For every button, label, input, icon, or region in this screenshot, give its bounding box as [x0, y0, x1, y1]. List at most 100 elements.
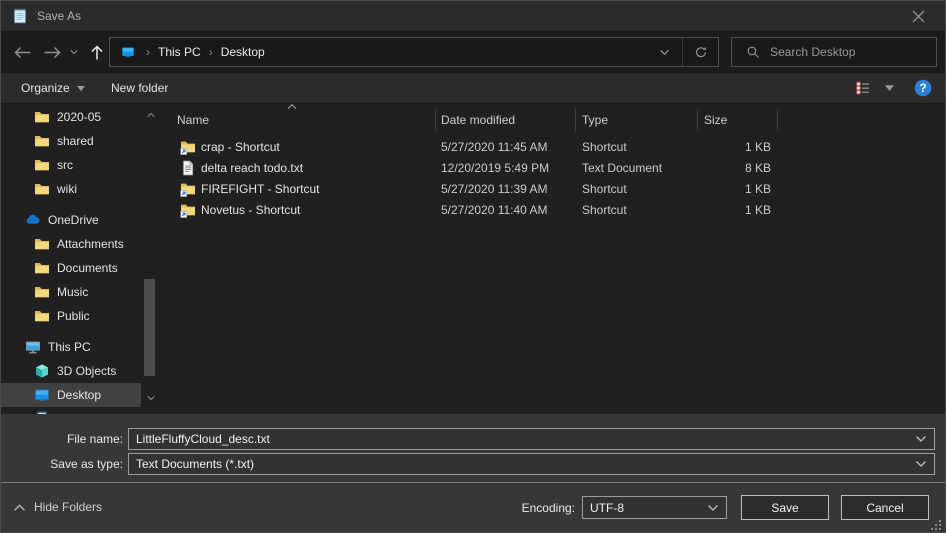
- file-name: FIREFIGHT - Shortcut: [201, 182, 319, 196]
- cancel-button[interactable]: Cancel: [841, 495, 929, 520]
- sidebar-item-shared[interactable]: shared: [1, 129, 141, 153]
- column-label: Date modified: [441, 113, 515, 127]
- organize-button[interactable]: Organize: [13, 73, 93, 103]
- chevron-down-icon: [146, 395, 156, 401]
- new-folder-button[interactable]: New folder: [103, 73, 176, 103]
- desktop-monitor-icon: [34, 387, 50, 403]
- resize-grip-icon[interactable]: [930, 519, 942, 531]
- svg-text:?: ?: [919, 83, 926, 95]
- sidebar-item-label: Desktop: [57, 388, 101, 402]
- close-icon: [912, 10, 925, 23]
- address-bar[interactable]: › This PC › Desktop: [109, 37, 719, 67]
- sidebar-item-label: src: [57, 158, 73, 172]
- breadcrumb-desktop[interactable]: Desktop: [221, 45, 265, 59]
- titlebar: Save As: [1, 1, 945, 31]
- toolbar-right: ?: [849, 73, 945, 103]
- sidebar-item-2020-05[interactable]: 2020-05: [1, 105, 141, 129]
- fields-panel: File name: LittleFluffyCloud_desc.txt Sa…: [1, 414, 945, 483]
- file-date-modified: 5/27/2020 11:40 AM: [436, 203, 576, 217]
- forward-button[interactable]: [39, 40, 65, 64]
- file-name-input[interactable]: LittleFluffyCloud_desc.txt: [128, 428, 935, 450]
- sidebar-item-partial[interactable]: [1, 407, 141, 414]
- folder-icon: [34, 109, 50, 125]
- sidebar-item-src[interactable]: src: [1, 153, 141, 177]
- file-type: Shortcut: [576, 203, 698, 217]
- caret-down-icon: [77, 86, 85, 91]
- breadcrumb-separator: ›: [146, 45, 150, 59]
- help-button[interactable]: ?: [901, 73, 945, 103]
- details-view-icon: [855, 80, 871, 96]
- chevron-down-icon[interactable]: [915, 460, 927, 468]
- file-date-modified: 5/27/2020 11:39 AM: [436, 182, 576, 196]
- recent-locations-button[interactable]: [65, 40, 83, 64]
- file-name-value: LittleFluffyCloud_desc.txt: [136, 432, 270, 446]
- footer-bar: Hide Folders Encoding: UTF-8 Save Cancel: [1, 482, 945, 533]
- encoding-select[interactable]: UTF-8: [582, 496, 727, 519]
- folder-icon: [34, 236, 50, 252]
- column-header-size[interactable]: Size: [698, 109, 778, 131]
- view-details-button[interactable]: [849, 73, 877, 103]
- sidebar-scroll-down[interactable]: [143, 391, 158, 405]
- file-list-header: Name Date modified Type Size: [161, 104, 945, 131]
- chevron-down-icon[interactable]: [707, 504, 719, 512]
- file-name-cell: Novetus - Shortcut: [161, 202, 436, 218]
- sidebar-item-onedrive[interactable]: OneDrive: [1, 208, 141, 232]
- folder-icon: [34, 308, 50, 324]
- forward-arrow-icon: [43, 45, 62, 60]
- sidebar-item-label: This PC: [48, 340, 91, 354]
- breadcrumb-this-pc[interactable]: This PC: [158, 45, 201, 59]
- up-button[interactable]: [84, 40, 110, 64]
- text-document-icon: [180, 160, 196, 176]
- view-dropdown-button[interactable]: [877, 73, 901, 103]
- sidebar-item-label: Attachments: [57, 237, 124, 251]
- new-folder-label: New folder: [111, 81, 168, 95]
- file-row[interactable]: FIREFIGHT - Shortcut 5/27/2020 11:39 AMSh…: [161, 178, 945, 199]
- address-dropdown-button[interactable]: [647, 38, 682, 66]
- refresh-button[interactable]: [682, 38, 718, 66]
- sort-ascending-icon: [286, 104, 298, 110]
- sidebar-item-this-pc[interactable]: This PC: [1, 335, 141, 359]
- file-row[interactable]: Novetus - Shortcut5/27/2020 11:40 AMShor…: [161, 199, 945, 220]
- file-row[interactable]: delta reach todo.txt12/20/2019 5:49 PMTe…: [161, 157, 945, 178]
- file-date-modified: 12/20/2019 5:49 PM: [436, 161, 576, 175]
- search-box[interactable]: Search Desktop: [731, 37, 937, 67]
- sidebar-scroll-up[interactable]: [143, 108, 158, 122]
- folder-icon: [34, 181, 50, 197]
- save-button[interactable]: Save: [741, 495, 829, 520]
- column-header-name[interactable]: Name: [161, 109, 436, 131]
- sidebar-item-documents[interactable]: Documents: [1, 256, 141, 280]
- column-header-date-modified[interactable]: Date modified: [436, 109, 576, 131]
- file-name: crap - Shortcut: [201, 140, 280, 154]
- sidebar-item-label: 2020-05: [57, 110, 101, 124]
- encoding-label: Encoding:: [522, 496, 575, 519]
- this-pc-icon: [25, 339, 41, 355]
- sidebar-item-public[interactable]: Public: [1, 304, 141, 328]
- save-as-type-label: Save as type:: [1, 457, 128, 471]
- sidebar-item-wiki[interactable]: wiki: [1, 177, 141, 201]
- search-placeholder: Search Desktop: [770, 45, 855, 59]
- this-pc-icon: [118, 45, 138, 59]
- caret-down-icon: [885, 85, 894, 91]
- chevron-down-icon: [659, 49, 670, 56]
- hide-folders-button[interactable]: Hide Folders: [13, 500, 102, 514]
- folder-icon: [34, 260, 50, 276]
- file-type: Shortcut: [576, 182, 698, 196]
- back-button[interactable]: [9, 40, 35, 64]
- column-label: Size: [704, 113, 727, 127]
- file-row[interactable]: crap - Shortcut5/27/2020 11:45 AMShortcu…: [161, 136, 945, 157]
- chevron-up-icon: [146, 112, 156, 118]
- save-as-type-select[interactable]: Text Documents (*.txt): [128, 453, 935, 475]
- column-header-type[interactable]: Type: [576, 109, 698, 131]
- up-arrow-icon: [89, 44, 105, 61]
- sidebar-item-music[interactable]: Music: [1, 280, 141, 304]
- sidebar-item-label: Public: [57, 309, 90, 323]
- chevron-down-icon[interactable]: [915, 435, 927, 443]
- folder-shortcut-icon: [180, 202, 196, 218]
- file-size: 1 KB: [698, 182, 778, 196]
- sidebar-item-3d-objects[interactable]: 3D Objects: [1, 359, 141, 383]
- sidebar-item-attachments[interactable]: Attachments: [1, 232, 141, 256]
- file-size: 8 KB: [698, 161, 778, 175]
- sidebar-item-desktop[interactable]: Desktop: [1, 383, 141, 407]
- sidebar-scrollbar-thumb[interactable]: [144, 279, 155, 376]
- close-button[interactable]: [901, 1, 935, 31]
